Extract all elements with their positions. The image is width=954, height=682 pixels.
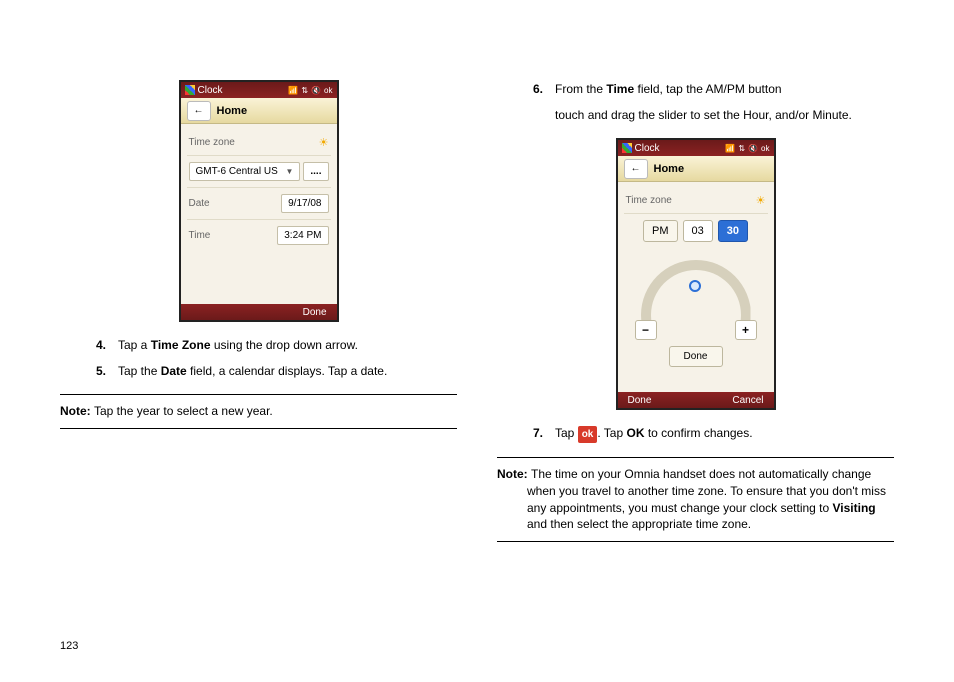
footer-bar: Done bbox=[181, 304, 337, 320]
header-bar: ← Home bbox=[618, 156, 774, 182]
timezone-value: GMT-6 Central US bbox=[196, 166, 278, 177]
screenshot-2-container: Clock 📶 ⇅ 🔇 ok ← Home Time zone ☀ bbox=[497, 138, 894, 410]
status-icons: 📶 ⇅ 🔇 ok bbox=[725, 144, 769, 153]
right-steps-top: 6. From the Time field, tap the AM/PM bu… bbox=[527, 80, 894, 124]
left-column: Clock 📶 ⇅ 🔇 ok ← Home Time zone ☀ bbox=[60, 80, 457, 652]
status-title: Clock bbox=[635, 143, 660, 154]
sun-icon: ☀ bbox=[319, 136, 329, 149]
step-text: Tap ok. Tap OK to confirm changes. bbox=[555, 424, 753, 443]
ok-icon[interactable]: ok bbox=[761, 144, 769, 153]
note-text-2: and then select the appropriate time zon… bbox=[527, 517, 751, 531]
footer-done-button[interactable]: Done bbox=[303, 307, 327, 317]
status-bar: Clock 📶 ⇅ 🔇 ok bbox=[618, 140, 774, 156]
date-label: Date bbox=[189, 198, 210, 209]
step-6: 6. From the Time field, tap the AM/PM bu… bbox=[527, 80, 894, 98]
screenshot-1-container: Clock 📶 ⇅ 🔇 ok ← Home Time zone ☀ bbox=[60, 80, 457, 322]
step-number: 7. bbox=[527, 424, 543, 443]
signal-icon: 📶 bbox=[288, 86, 298, 95]
right-steps-bottom: 7. Tap ok. Tap OK to confirm changes. bbox=[527, 424, 894, 443]
dial-handle[interactable] bbox=[689, 280, 701, 292]
increment-button[interactable]: + bbox=[735, 320, 757, 340]
back-button[interactable]: ← bbox=[187, 101, 211, 121]
right-note: Note: The time on your Omnia handset doe… bbox=[497, 457, 894, 542]
decrement-button[interactable]: − bbox=[635, 320, 657, 340]
step-text: Tap the Date field, a calendar displays.… bbox=[118, 362, 387, 380]
step-6-continuation: touch and drag the slider to set the Hou… bbox=[555, 106, 894, 124]
step-number: 4. bbox=[90, 336, 106, 354]
phone-screenshot-2: Clock 📶 ⇅ 🔇 ok ← Home Time zone ☀ bbox=[616, 138, 776, 410]
step-number: 5. bbox=[90, 362, 106, 380]
clock-form: Time zone ☀ GMT-6 Central US ▼ .... Date… bbox=[181, 124, 337, 304]
sound-icon: 🔇 bbox=[311, 86, 321, 95]
header-title: Home bbox=[654, 163, 685, 175]
note-bold: Visiting bbox=[833, 501, 876, 515]
time-dial[interactable]: − + bbox=[631, 250, 761, 340]
header-bar: ← Home bbox=[181, 98, 337, 124]
back-button[interactable]: ← bbox=[624, 159, 648, 179]
time-boxes: PM 03 30 bbox=[624, 220, 768, 242]
page-number: 123 bbox=[60, 640, 78, 652]
time-picker: Time zone ☀ PM 03 30 − + Done bbox=[618, 182, 774, 392]
step-text: Tap a Time Zone using the drop down arro… bbox=[118, 336, 358, 354]
time-label: Time bbox=[189, 230, 211, 241]
step-number: 6. bbox=[527, 80, 543, 98]
timezone-label: Time zone bbox=[189, 137, 235, 148]
date-field[interactable]: 9/17/08 bbox=[281, 194, 328, 213]
footer-cancel-button[interactable]: Cancel bbox=[732, 395, 763, 405]
header-title: Home bbox=[217, 105, 248, 117]
sync-icon: ⇅ bbox=[738, 144, 745, 153]
time-field[interactable]: 3:24 PM bbox=[277, 226, 328, 245]
ok-icon[interactable]: ok bbox=[324, 86, 332, 95]
left-note: Note: Tap the year to select a new year. bbox=[60, 394, 457, 429]
step-4: 4. Tap a Time Zone using the drop down a… bbox=[90, 336, 457, 354]
picker-done-button[interactable]: Done bbox=[669, 346, 723, 367]
ampm-button[interactable]: PM bbox=[643, 220, 678, 242]
step-5: 5. Tap the Date field, a calendar displa… bbox=[90, 362, 457, 380]
minute-field[interactable]: 30 bbox=[718, 220, 748, 242]
windows-flag-icon bbox=[185, 85, 195, 95]
sound-icon: 🔇 bbox=[748, 144, 758, 153]
footer-done-button[interactable]: Done bbox=[628, 395, 652, 405]
chevron-down-icon: ▼ bbox=[285, 167, 293, 176]
status-title: Clock bbox=[198, 85, 223, 96]
sun-icon: ☀ bbox=[756, 194, 766, 207]
status-bar: Clock 📶 ⇅ 🔇 ok bbox=[181, 82, 337, 98]
hour-field[interactable]: 03 bbox=[683, 220, 713, 242]
status-icons: 📶 ⇅ 🔇 ok bbox=[288, 86, 332, 95]
phone-screenshot-1: Clock 📶 ⇅ 🔇 ok ← Home Time zone ☀ bbox=[179, 80, 339, 322]
note-label: Note: bbox=[497, 467, 531, 481]
ok-badge-icon: ok bbox=[578, 426, 598, 443]
timezone-more-button[interactable]: .... bbox=[303, 162, 328, 181]
footer-bar: Done Cancel bbox=[618, 392, 774, 408]
signal-icon: 📶 bbox=[725, 144, 735, 153]
windows-flag-icon bbox=[622, 143, 632, 153]
step-7: 7. Tap ok. Tap OK to confirm changes. bbox=[527, 424, 894, 443]
step-text: From the Time field, tap the AM/PM butto… bbox=[555, 80, 782, 98]
left-steps: 4. Tap a Time Zone using the drop down a… bbox=[90, 336, 457, 380]
right-column: 6. From the Time field, tap the AM/PM bu… bbox=[497, 80, 894, 652]
note-text: Tap the year to select a new year. bbox=[94, 404, 273, 418]
timezone-label: Time zone bbox=[626, 195, 672, 206]
timezone-dropdown[interactable]: GMT-6 Central US ▼ bbox=[189, 162, 301, 181]
sync-icon: ⇅ bbox=[301, 86, 308, 95]
note-label: Note: bbox=[60, 404, 94, 418]
